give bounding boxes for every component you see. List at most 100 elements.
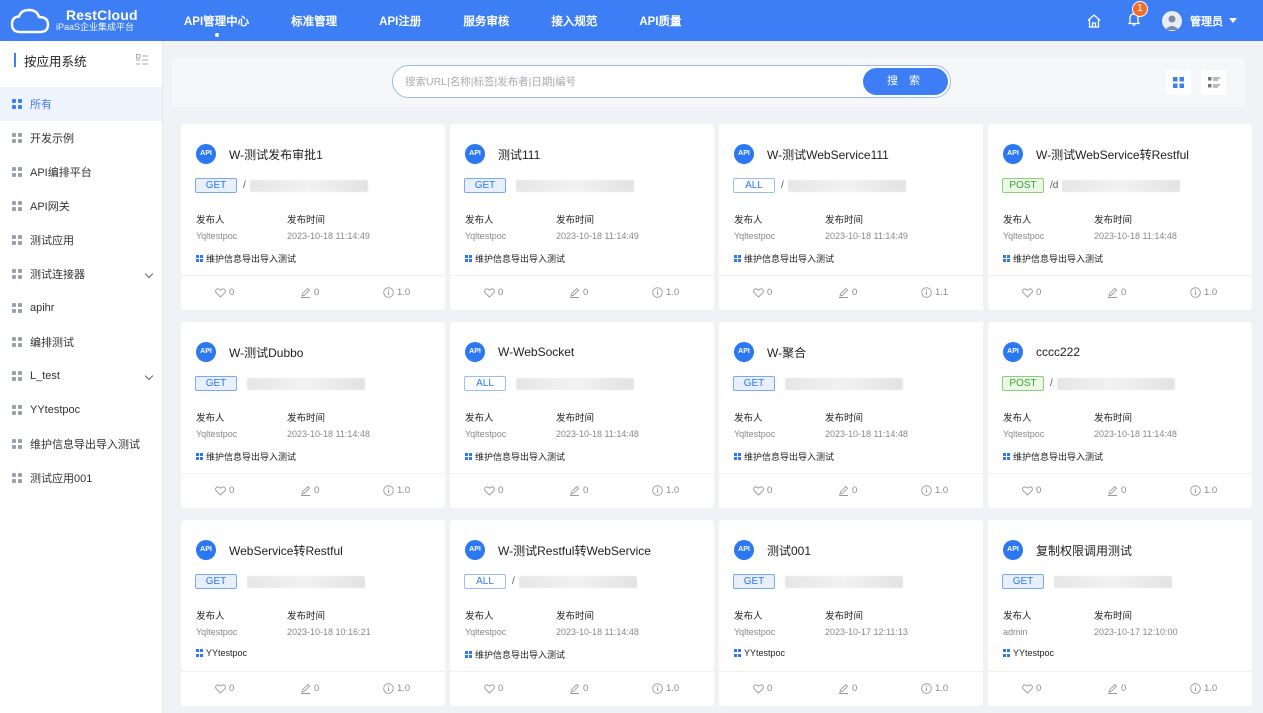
sidebar-item[interactable]: 测试应用001 (0, 461, 162, 495)
like-button[interactable]: 0 (484, 485, 503, 496)
sidebar-item[interactable]: YYtestpoc (0, 393, 162, 427)
api-card[interactable]: API 测试111 GET 发布人 发布时间 Yqltestpoc 2023-10-18 1… (450, 124, 714, 310)
version-button[interactable]: 1.0 (383, 683, 410, 694)
version-button[interactable]: 1.0 (921, 683, 948, 694)
api-title[interactable]: cccc222 (1036, 345, 1080, 359)
like-button[interactable]: 0 (1022, 683, 1041, 694)
api-title[interactable]: W-测试发布审批1 (229, 146, 323, 163)
api-title[interactable]: 测试111 (498, 146, 540, 163)
nav-api-register[interactable]: API注册 (379, 13, 421, 29)
api-card[interactable]: API 复制权限调用测试 GET 发布人 发布时间 admin 2023-10-17 12:… (988, 520, 1252, 706)
sidebar-item[interactable]: 所有 (0, 87, 162, 121)
version-button[interactable]: 1.0 (652, 485, 679, 496)
sidebar-item[interactable]: L_test (0, 359, 162, 393)
version-button[interactable]: 1.1 (921, 287, 948, 298)
edit-button[interactable]: 0 (300, 287, 319, 298)
like-button[interactable]: 0 (215, 485, 234, 496)
edit-button[interactable]: 0 (838, 287, 857, 298)
list-toggle-icon[interactable] (136, 54, 148, 66)
user-menu[interactable]: 管理员 (1162, 10, 1237, 31)
edit-button[interactable]: 0 (838, 485, 857, 496)
sidebar-item[interactable]: API编排平台 (0, 155, 162, 189)
version-button[interactable]: 1.0 (1190, 683, 1217, 694)
api-title[interactable]: W-测试Dubbo (229, 344, 303, 361)
api-title[interactable]: W-WebSocket (498, 345, 574, 359)
like-button[interactable]: 0 (215, 683, 234, 694)
version-button[interactable]: 1.0 (652, 683, 679, 694)
sidebar-item-label: L_test (30, 370, 60, 382)
version-number: 1.0 (666, 683, 680, 694)
edit-button[interactable]: 0 (569, 683, 588, 694)
edit-button[interactable]: 0 (1107, 683, 1126, 694)
like-button[interactable]: 0 (753, 485, 772, 496)
like-button[interactable]: 0 (753, 683, 772, 694)
api-card[interactable]: API W-测试发布审批1 GET / 发布人 发布时间 Yqltestpoc 2023-10… (181, 124, 445, 310)
version-button[interactable]: 1.0 (383, 485, 410, 496)
like-count: 0 (767, 485, 773, 496)
edit-button[interactable]: 0 (300, 683, 319, 694)
like-button[interactable]: 0 (1022, 485, 1041, 496)
api-card[interactable]: API W-测试Restful转WebService ALL / 发布人 发布时间 Yqlt… (450, 520, 714, 706)
heart-icon (753, 485, 764, 496)
sidebar: 按应用系统 所有 开发示例 API编排平台 API网关 测试应用 测试连接器 apihr 编排… (0, 41, 163, 713)
sidebar-item[interactable]: 编排测试 (0, 325, 162, 359)
nav-standards[interactable]: 标准管理 (291, 13, 337, 29)
api-card[interactable]: API W-测试Dubbo GET 发布人 发布时间 Yqltestpoc 2023-10-… (181, 322, 445, 508)
like-button[interactable]: 0 (215, 287, 234, 298)
nav-access-spec[interactable]: 接入规范 (551, 13, 597, 29)
api-title[interactable]: 复制权限调用测试 (1036, 542, 1132, 559)
api-title[interactable]: 测试001 (767, 542, 811, 559)
api-card[interactable]: API W-测试WebService转Restful POST/d 发布人 发布时间 Yq… (988, 124, 1252, 310)
like-button[interactable]: 0 (484, 683, 503, 694)
version-button[interactable]: 1.0 (921, 485, 948, 496)
notifications[interactable]: 1 (1126, 1, 1148, 30)
list-view-button[interactable] (1201, 70, 1226, 95)
sidebar-item[interactable]: 测试应用 (0, 223, 162, 257)
api-title[interactable]: W-测试Restful转WebService (498, 542, 651, 559)
api-icon: API (196, 144, 216, 164)
api-card[interactable]: API cccc222 POST / 发布人 发布时间 Yqltestpoc 2023-10-… (988, 322, 1252, 508)
edit-button[interactable]: 0 (569, 485, 588, 496)
like-count: 0 (229, 287, 235, 298)
edit-button[interactable]: 0 (569, 287, 588, 298)
edit-button[interactable]: 0 (1107, 287, 1126, 298)
version-button[interactable]: 1.0 (1190, 287, 1217, 298)
logo[interactable]: RestCloud iPaaS企业集成平台 (0, 7, 160, 34)
version-button[interactable]: 1.0 (1190, 485, 1217, 496)
api-title[interactable]: W-聚合 (767, 344, 806, 361)
sidebar-item[interactable]: 维护信息导出导入测试 (0, 427, 162, 461)
sidebar-item-label: 编排测试 (30, 337, 74, 349)
sidebar-item[interactable]: apihr (0, 291, 162, 325)
nav-api-quality[interactable]: API质量 (639, 13, 681, 29)
api-icon: API (734, 342, 754, 362)
sidebar-item[interactable]: 测试连接器 (0, 257, 162, 291)
chevron-down-icon[interactable] (144, 371, 154, 381)
api-icon: API (465, 342, 485, 362)
api-title[interactable]: W-测试WebService转Restful (1036, 146, 1189, 163)
api-card[interactable]: API 测试001 GET 发布人 发布时间 Yqltestpoc 2023-10-17 1… (719, 520, 983, 706)
api-card[interactable]: API W-WebSocket ALL 发布人 发布时间 Yqltestpoc 2023-1… (450, 322, 714, 508)
api-card[interactable]: API W-测试WebService111 ALL / 发布人 发布时间 Yqltestpo… (719, 124, 983, 310)
version-button[interactable]: 1.0 (383, 287, 410, 298)
edit-button[interactable]: 0 (838, 683, 857, 694)
api-card[interactable]: API W-聚合 GET 发布人 发布时间 Yqltestpoc 2023-10-18 11… (719, 322, 983, 508)
api-title[interactable]: WebService转Restful (229, 542, 343, 559)
chevron-down-icon[interactable] (144, 269, 154, 279)
home-icon[interactable] (1086, 13, 1102, 29)
edit-button[interactable]: 0 (1107, 485, 1126, 496)
publisher-label: 发布人 (734, 611, 763, 622)
like-button[interactable]: 0 (753, 287, 772, 298)
api-title[interactable]: W-测试WebService111 (767, 146, 889, 163)
search-button[interactable]: 搜 索 (863, 68, 948, 95)
nav-api-center[interactable]: API管理中心 (184, 13, 249, 37)
nav-service-review[interactable]: 服务审核 (463, 13, 509, 29)
api-card[interactable]: API WebService转Restful GET 发布人 发布时间 Yqltestpo… (181, 520, 445, 706)
sidebar-item[interactable]: 开发示例 (0, 121, 162, 155)
edit-button[interactable]: 0 (300, 485, 319, 496)
like-button[interactable]: 0 (484, 287, 503, 298)
grid-view-button[interactable] (1166, 70, 1191, 95)
sidebar-item[interactable]: API网关 (0, 189, 162, 223)
version-button[interactable]: 1.0 (652, 287, 679, 298)
like-button[interactable]: 0 (1022, 287, 1041, 298)
search-input[interactable] (393, 66, 853, 97)
